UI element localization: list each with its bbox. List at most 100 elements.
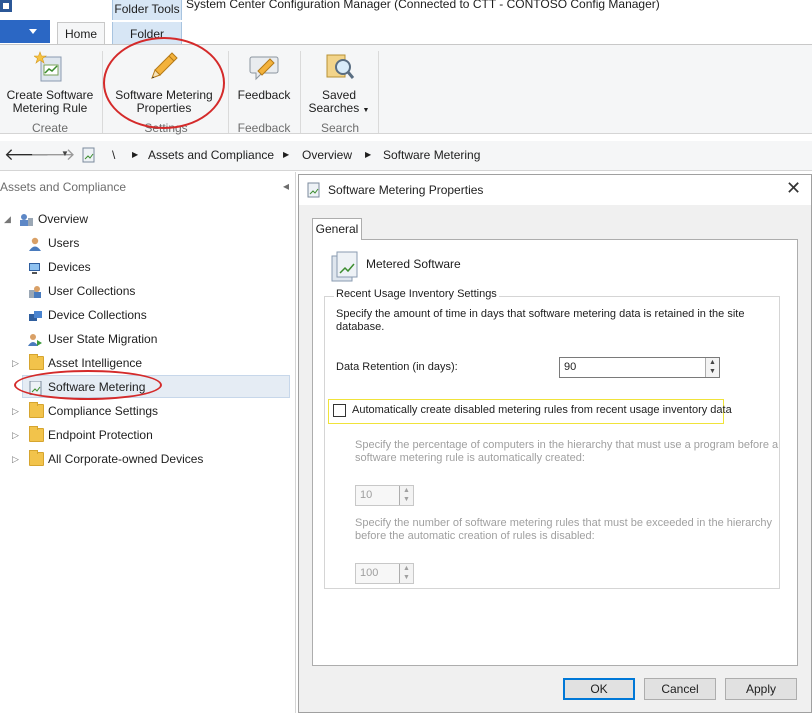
nav-item-endpoint-protection[interactable]: ▷ Endpoint Protection — [0, 424, 290, 446]
dialog-title-icon — [306, 182, 322, 198]
ribbon-group-feedback: Feedback — [237, 121, 291, 135]
nav-item-all-corporate-owned-devices[interactable]: ▷ All Corporate-owned Devices — [0, 448, 290, 470]
dropdown-arrow-icon: ▼ — [362, 107, 370, 114]
nav-item-label: Overview — [38, 212, 89, 226]
console-root-icon[interactable] — [81, 147, 97, 163]
nav-item-compliance-settings[interactable]: ▷ Compliance Settings — [0, 400, 290, 422]
create-rule-label-line2: Metering Rule — [12, 101, 88, 115]
cancel-button[interactable]: Cancel — [644, 678, 716, 700]
ribbon-group-create: Create — [31, 121, 69, 135]
context-tab-group-label: Folder Tools — [112, 0, 182, 20]
auto-create-rules-label[interactable]: Automatically create disabled metering r… — [352, 404, 732, 417]
chevron-right-icon: ▶ — [365, 150, 372, 159]
apply-button[interactable]: Apply — [725, 678, 797, 700]
spinner-arrows[interactable]: ▲ ▼ — [705, 358, 719, 377]
highlight-annotation-oval — [14, 370, 162, 400]
nav-item-user-collections[interactable]: User Collections — [0, 280, 290, 302]
chevron-right-icon: ▶ — [132, 150, 139, 159]
spinner-arrows[interactable]: ▲ ▼ — [399, 486, 413, 505]
nav-item-asset-intelligence[interactable]: ▷ Asset Intelligence — [0, 352, 290, 374]
collapsed-arrow-icon[interactable]: ▷ — [12, 424, 19, 446]
nav-item-users[interactable]: Users — [0, 232, 290, 254]
spinner-arrows[interactable]: ▲ ▼ — [399, 564, 413, 583]
spin-up-icon[interactable]: ▲ — [400, 565, 413, 573]
rules-description-line1: Specify the number of software metering … — [355, 517, 772, 529]
nav-item-label: Users — [48, 236, 80, 250]
nav-item-label: User Collections — [48, 284, 136, 298]
collapsed-arrow-icon[interactable]: ▷ — [12, 400, 19, 422]
rules-description-line2: before the automatic creation of rules i… — [355, 530, 595, 542]
ribbon-group-search: Search — [320, 121, 360, 135]
percentage-value[interactable]: 10 — [360, 489, 372, 501]
saved-searches-label-line2: Searches — [308, 101, 360, 115]
folder-icon — [29, 354, 44, 370]
dialog-heading: Metered Software — [366, 257, 461, 271]
create-rule-icon — [33, 51, 66, 83]
group-title: Recent Usage Inventory Settings — [334, 288, 499, 300]
nav-item-label: All Corporate-owned Devices — [48, 452, 204, 466]
rules-count-value[interactable]: 100 — [360, 567, 378, 579]
nav-item-label: User State Migration — [48, 332, 158, 346]
folder-icon — [29, 426, 44, 442]
saved-searches-button[interactable]: Saved Searches ▼ — [304, 51, 374, 117]
ribbon-separator — [378, 51, 379, 133]
create-software-metering-rule-button[interactable]: Create Software Metering Rule — [4, 51, 96, 115]
feedback-label: Feedback — [237, 88, 291, 102]
collapse-pane-icon[interactable]: ◂ — [283, 179, 289, 193]
auto-create-rules-checkbox[interactable] — [333, 404, 346, 417]
breadcrumb-root[interactable]: \ — [112, 148, 115, 162]
data-retention-value[interactable]: 90 — [564, 361, 576, 373]
retention-description-line2: database. — [336, 321, 385, 333]
percent-description-line1: Specify the percentage of computers in t… — [355, 439, 779, 451]
breadcrumb-assets-and-compliance[interactable]: Assets and Compliance — [148, 148, 274, 162]
ribbon-separator — [300, 51, 301, 133]
percentage-spinner[interactable]: 10 ▲ ▼ — [355, 485, 414, 506]
percent-description-line2: software metering rule is automatically … — [355, 452, 585, 464]
close-icon[interactable]: ✕ — [786, 178, 801, 199]
rules-count-spinner[interactable]: 100 ▲ ▼ — [355, 563, 414, 584]
nav-item-user-state-migration[interactable]: User State Migration — [0, 328, 290, 350]
feedback-icon — [248, 51, 280, 83]
ribbon-separator — [228, 51, 229, 133]
ok-button[interactable]: OK — [563, 678, 635, 700]
window-title: System Center Configuration Manager (Con… — [186, 0, 660, 11]
user-collection-icon — [28, 284, 43, 298]
spin-up-icon[interactable]: ▲ — [400, 487, 413, 495]
retention-description-line1: Specify the amount of time in days that … — [336, 308, 745, 320]
folder-icon — [29, 402, 44, 418]
nav-item-devices[interactable]: Devices — [0, 256, 290, 278]
feedback-button[interactable]: Feedback — [234, 51, 294, 102]
chevron-right-icon: ▶ — [283, 150, 290, 159]
device-icon — [28, 260, 43, 274]
nav-pane-header: Assets and Compliance — [0, 180, 127, 194]
metered-software-icon — [329, 251, 359, 283]
nav-item-label: Compliance Settings — [48, 404, 159, 418]
saved-searches-icon — [323, 51, 355, 83]
collapsed-arrow-icon[interactable]: ▷ — [12, 352, 19, 374]
expanded-arrow-icon[interactable]: ◢ — [4, 208, 11, 230]
file-menu-button[interactable] — [0, 20, 50, 43]
device-collection-icon — [28, 308, 43, 322]
overview-icon — [19, 212, 34, 226]
folder-icon — [29, 450, 44, 466]
ribbon-separator — [102, 51, 103, 133]
nav-item-overview[interactable]: ◢ Overview — [0, 208, 290, 230]
tab-home[interactable]: Home — [57, 22, 105, 45]
spin-down-icon[interactable]: ▼ — [400, 574, 413, 582]
nav-item-label: Device Collections — [48, 308, 147, 322]
nav-item-label: Endpoint Protection — [48, 428, 153, 442]
nav-item-device-collections[interactable]: Device Collections — [0, 304, 290, 326]
data-retention-spinner[interactable]: 90 ▲ ▼ — [559, 357, 720, 378]
history-dropdown-icon[interactable]: ▼ — [61, 149, 69, 158]
breadcrumb-software-metering[interactable]: Software Metering — [383, 148, 480, 162]
spin-down-icon[interactable]: ▼ — [400, 496, 413, 504]
tab-general[interactable]: General — [312, 218, 362, 240]
app-icon[interactable] — [0, 0, 12, 12]
spin-down-icon[interactable]: ▼ — [706, 368, 719, 376]
retention-label: Data Retention (in days): — [336, 361, 458, 373]
user-state-migration-icon — [28, 332, 43, 346]
spin-up-icon[interactable]: ▲ — [706, 359, 719, 367]
collapsed-arrow-icon[interactable]: ▷ — [12, 448, 19, 470]
dialog-title: Software Metering Properties — [328, 183, 484, 197]
breadcrumb-overview[interactable]: Overview — [302, 148, 352, 162]
